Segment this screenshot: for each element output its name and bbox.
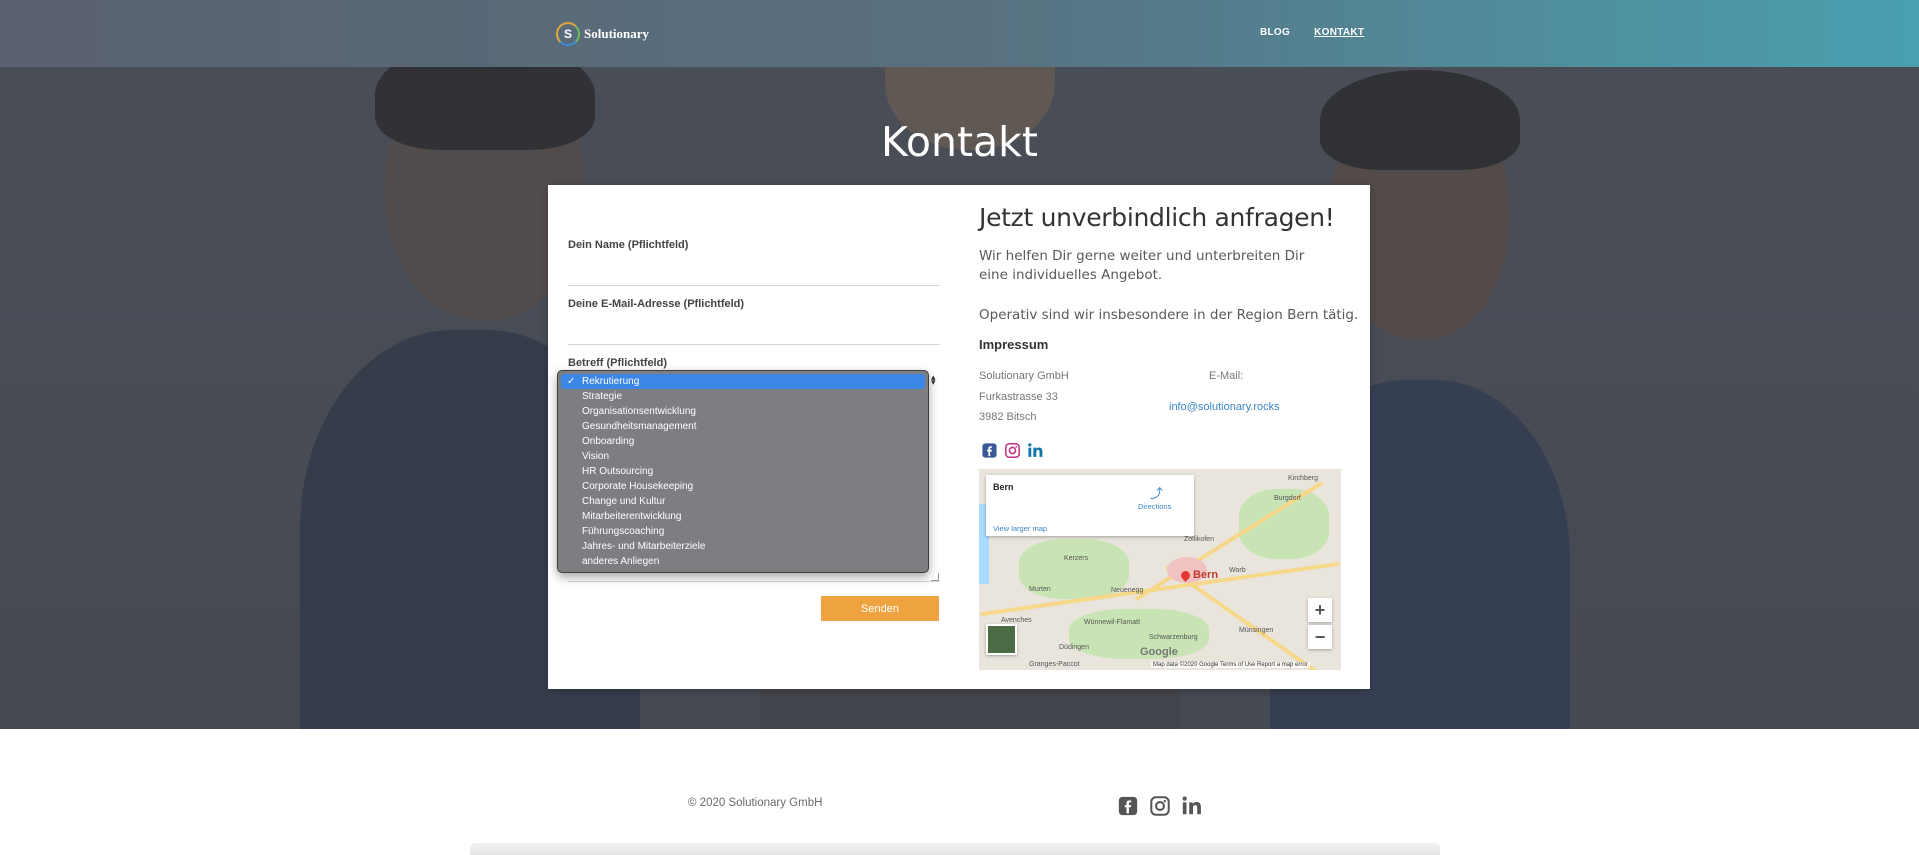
- map-info-box: Bern ⤴ Directions View larger map: [986, 475, 1194, 536]
- send-button[interactable]: Senden: [821, 596, 939, 621]
- main-nav: BLOG KONTAKT: [1260, 27, 1364, 38]
- instagram-icon[interactable]: [1004, 442, 1021, 459]
- social-links: [981, 442, 1044, 459]
- dropdown-option[interactable]: HR Outsourcing: [561, 464, 925, 479]
- instagram-icon[interactable]: [1149, 795, 1171, 817]
- map-label: Worb: [1229, 567, 1246, 574]
- message-field[interactable]: [568, 581, 940, 582]
- map-label: Avenches: [1001, 617, 1032, 624]
- map-city-label: Bern: [1193, 569, 1219, 581]
- map-label: Zollikofen: [1184, 536, 1214, 543]
- dropdown-option[interactable]: ✓ Rekrutierung: [561, 374, 925, 389]
- map-label: Murten: [1029, 586, 1051, 593]
- map-label: Münsingen: [1239, 627, 1274, 634]
- footer-social-links: [1117, 795, 1203, 817]
- dropdown-option[interactable]: Onboarding: [561, 434, 925, 449]
- dropdown-option[interactable]: Change und Kultur: [561, 494, 925, 509]
- site-header: S Solutionary BLOG KONTAKT: [0, 0, 1919, 67]
- name-field[interactable]: [568, 285, 940, 286]
- impressum-title: Impressum: [979, 337, 1049, 352]
- info-text-region: Operativ sind wir insbesondere in der Re…: [979, 307, 1359, 323]
- directions-icon[interactable]: ⤴: [1150, 483, 1163, 502]
- zoom-in-button[interactable]: +: [1308, 598, 1332, 622]
- address-city: 3982 Bitsch: [979, 411, 1037, 423]
- address-street: Furkastrasse 33: [979, 391, 1058, 403]
- dropdown-option[interactable]: Jahres- und Mitarbeiterziele: [561, 539, 925, 554]
- logo-icon: S: [556, 22, 580, 46]
- dropdown-option[interactable]: Organisationsentwicklung: [561, 404, 925, 419]
- zoom-out-button[interactable]: −: [1308, 625, 1332, 649]
- map-label: Wünnewil-Flamatt: [1084, 619, 1141, 626]
- email-link[interactable]: info@solutionary.rocks: [1169, 401, 1280, 413]
- address-company: Solutionary GmbH: [979, 370, 1069, 382]
- facebook-icon[interactable]: [981, 442, 998, 459]
- info-text-offer: Wir helfen Dir gerne weiter und unterbre…: [979, 248, 1305, 283]
- email-label: Deine E-Mail-Adresse (Pflichtfeld): [568, 298, 745, 310]
- directions-link[interactable]: Directions: [1138, 502, 1171, 511]
- resize-handle-icon[interactable]: [931, 573, 939, 581]
- linkedin-icon[interactable]: [1181, 795, 1203, 817]
- dropdown-option[interactable]: Führungscoaching: [561, 524, 925, 539]
- site-logo[interactable]: S Solutionary: [556, 22, 649, 46]
- footer-copyright: © 2020 Solutionary GmbH: [688, 797, 823, 809]
- select-arrows-icon: ▴ ▾: [931, 372, 936, 387]
- map-label: Neuenegg: [1111, 587, 1144, 594]
- subject-label: Betreff (Pflichtfeld): [568, 357, 667, 369]
- dropdown-option[interactable]: Strategie: [561, 389, 925, 404]
- dropdown-option[interactable]: Corporate Housekeeping: [561, 479, 925, 494]
- dropdown-option[interactable]: Vision: [561, 449, 925, 464]
- checkmark-icon: ✓: [567, 376, 576, 387]
- dropdown-option[interactable]: Mitarbeiterentwicklung: [561, 509, 925, 524]
- map-label: Burgdorf: [1274, 495, 1301, 502]
- map-label: Granges-Paccot: [1029, 661, 1080, 668]
- subject-dropdown-list[interactable]: ✓ Rekrutierung Strategie Organisationsen…: [557, 370, 929, 573]
- email-label-impressum: E-Mail:: [1209, 370, 1244, 382]
- dropdown-option-label: Rekrutierung: [582, 376, 640, 387]
- embedded-map[interactable]: Kirchberg Burgdorf Zollikofen Kerzers Wo…: [979, 469, 1341, 670]
- map-place-name: Bern: [993, 482, 1014, 492]
- map-label: Kerzers: [1064, 555, 1089, 562]
- map-attribution[interactable]: Map data ©2020 Google Terms of Use Repor…: [1151, 662, 1310, 668]
- logo-text: Solutionary: [584, 26, 650, 41]
- dropdown-option[interactable]: Gesundheitsmanagement: [561, 419, 925, 434]
- map-label: Düdingen: [1059, 644, 1089, 651]
- email-field[interactable]: [568, 344, 940, 345]
- page-title: Kontakt: [881, 118, 1038, 166]
- map-label: Schwarzenburg: [1149, 634, 1198, 641]
- google-logo: Google: [1140, 646, 1178, 658]
- nav-link-kontakt[interactable]: KONTAKT: [1314, 27, 1364, 38]
- info-heading: Jetzt unverbindlich anfragen!: [979, 203, 1335, 232]
- dropdown-option[interactable]: anderes Anliegen: [561, 554, 925, 569]
- name-label: Dein Name (Pflichtfeld): [568, 239, 689, 251]
- facebook-icon[interactable]: [1117, 795, 1139, 817]
- map-label: Kirchberg: [1288, 475, 1318, 482]
- satellite-toggle[interactable]: [986, 624, 1017, 655]
- view-larger-map-link[interactable]: View larger map: [993, 524, 1047, 533]
- footer-bottom-bar: [470, 843, 1440, 855]
- linkedin-icon[interactable]: [1027, 442, 1044, 459]
- nav-link-blog[interactable]: BLOG: [1260, 27, 1290, 38]
